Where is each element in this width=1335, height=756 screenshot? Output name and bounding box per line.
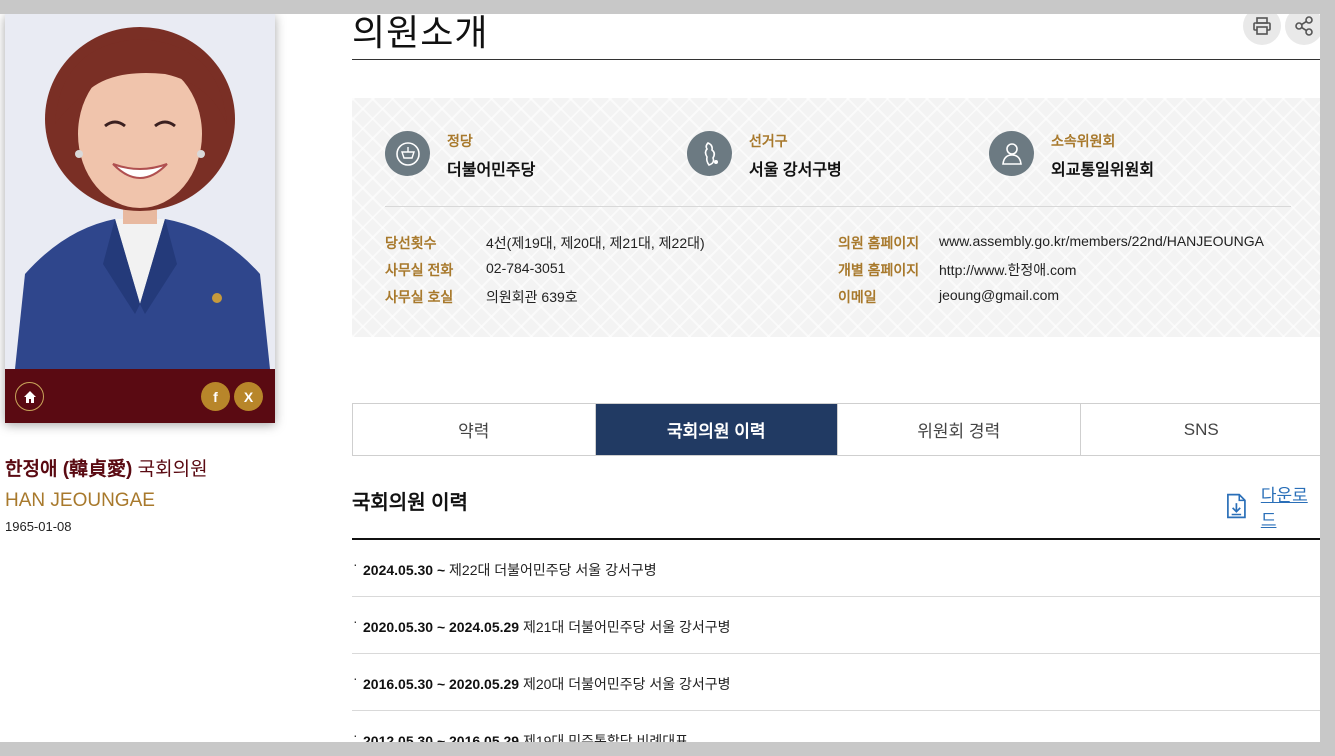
detail-value: 의원회관 639호	[486, 289, 578, 305]
detail-value: 02-784-3051	[486, 260, 566, 276]
profile-photo-card: f X	[5, 14, 275, 423]
highlight-party: 정당 더불어민주당	[385, 131, 665, 181]
detail-assembly-homepage: 의원 홈페이지 www.assembly.go.kr/members/22nd/…	[838, 233, 1318, 255]
highlight-committee: 소속위원회 외교통일위원회	[989, 131, 1289, 181]
person-icon	[989, 131, 1034, 176]
page-title: 의원소개	[352, 14, 489, 53]
map-icon	[687, 131, 732, 176]
history-date: 2020.05.30 ~ 2024.05.29	[363, 619, 520, 635]
home-icon	[23, 390, 36, 403]
history-text: 제21대 더불어민주당 서울 강서구병	[519, 619, 731, 635]
detail-value: 4선(제19대, 제20대, 제21대, 제22대)	[486, 235, 705, 251]
highlight-label: 정당	[447, 133, 473, 149]
email-link[interactable]: jeoung@gmail.com	[939, 287, 1059, 303]
member-info-box: 정당 더불어민주당 선거구 서울 강서구병 소속위원회 외교통일위원회 당선횟수…	[352, 98, 1320, 337]
facebook-button[interactable]: f	[201, 382, 230, 411]
tab-biography[interactable]: 약력	[353, 404, 596, 455]
detail-terms: 당선횟수 4선(제19대, 제20대, 제21대, 제22대)	[385, 233, 825, 255]
history-date: 2016.05.30 ~ 2020.05.29	[363, 676, 520, 692]
highlight-value: 외교통일위원회	[1051, 162, 1155, 179]
detail-office-phone: 사무실 전화 02-784-3051	[385, 260, 825, 282]
history-text: 제19대 민주통합당 비례대표	[519, 733, 689, 742]
highlight-value: 서울 강서구병	[749, 162, 842, 179]
highlight-label: 선거구	[749, 133, 788, 149]
history-date: 2024.05.30 ~	[363, 562, 446, 578]
download-file-icon	[1227, 493, 1246, 519]
tab-assembly-history[interactable]: 국회의원 이력	[595, 404, 838, 455]
profile-tabs: 약력 국회의원 이력 위원회 경력 SNS	[352, 403, 1320, 456]
detail-label: 의원 홈페이지	[838, 235, 920, 251]
highlight-value: 더불어민주당	[447, 162, 536, 179]
download-button[interactable]: 다운로드	[1226, 486, 1320, 530]
detail-label: 이메일	[838, 289, 877, 305]
member-name-ko: 한정애 (韓貞愛)	[5, 459, 133, 480]
detail-label: 사무실 전화	[385, 262, 454, 278]
history-item: · 2012.05.30 ~ 2016.05.29 제19대 민주통합당 비례대…	[352, 711, 1320, 742]
print-button[interactable]	[1243, 14, 1281, 45]
history-item: · 2020.05.30 ~ 2024.05.29 제21대 더불어민주당 서울…	[352, 597, 1320, 654]
detail-email: 이메일 jeoung@gmail.com	[838, 287, 1318, 309]
history-item: · 2024.05.30 ~ 제22대 더불어민주당 서울 강서구병	[352, 540, 1320, 597]
member-name: 한정애 (韓貞愛) 국회의원	[5, 454, 208, 481]
history-text: 제22대 더불어민주당 서울 강서구병	[445, 562, 657, 578]
title-divider	[352, 59, 1320, 60]
x-icon: X	[243, 388, 254, 405]
highlight-label: 소속위원회	[1051, 133, 1116, 149]
tab-committee-career[interactable]: 위원회 경력	[838, 404, 1081, 455]
share-icon	[1295, 16, 1313, 36]
tab-sns[interactable]: SNS	[1080, 404, 1320, 455]
highlight-district: 선거구 서울 강서구병	[687, 131, 967, 181]
member-birthdate: 1965-01-08	[5, 519, 72, 534]
facebook-icon: f	[213, 388, 218, 405]
profile-social-bar: f X	[5, 369, 275, 423]
party-emblem-icon	[385, 131, 430, 176]
member-title: 국회의원	[137, 459, 208, 480]
detail-personal-homepage: 개별 홈페이지 http://www.한정애.com	[838, 260, 1318, 282]
history-item: · 2016.05.30 ~ 2020.05.29 제20대 더불어민주당 서울…	[352, 654, 1320, 711]
info-divider	[385, 206, 1291, 207]
member-profile-page: f X 한정애 (韓貞愛) 국회의원 HAN JEOUNGAE 1965-01-…	[0, 14, 1320, 742]
share-button[interactable]	[1285, 14, 1320, 45]
download-label: 다운로드	[1260, 486, 1308, 530]
section-title: 국회의원 이력	[352, 492, 468, 514]
detail-label: 당선횟수	[385, 235, 437, 251]
detail-office-room: 사무실 호실 의원회관 639호	[385, 287, 825, 309]
member-name-en: HAN JEOUNGAE	[5, 490, 155, 511]
personal-homepage-link[interactable]: http://www.한정애.com	[939, 260, 1076, 280]
member-photo	[5, 14, 275, 369]
history-date: 2012.05.30 ~ 2016.05.29	[363, 733, 520, 742]
printer-icon	[1253, 17, 1271, 35]
detail-label: 개별 홈페이지	[838, 262, 920, 278]
assembly-homepage-link[interactable]: www.assembly.go.kr/members/22nd/HANJEOUN…	[939, 233, 1264, 249]
detail-label: 사무실 호실	[385, 289, 454, 305]
x-twitter-button[interactable]: X	[234, 382, 263, 411]
home-button[interactable]	[15, 382, 44, 411]
history-text: 제20대 더불어민주당 서울 강서구병	[519, 676, 731, 692]
